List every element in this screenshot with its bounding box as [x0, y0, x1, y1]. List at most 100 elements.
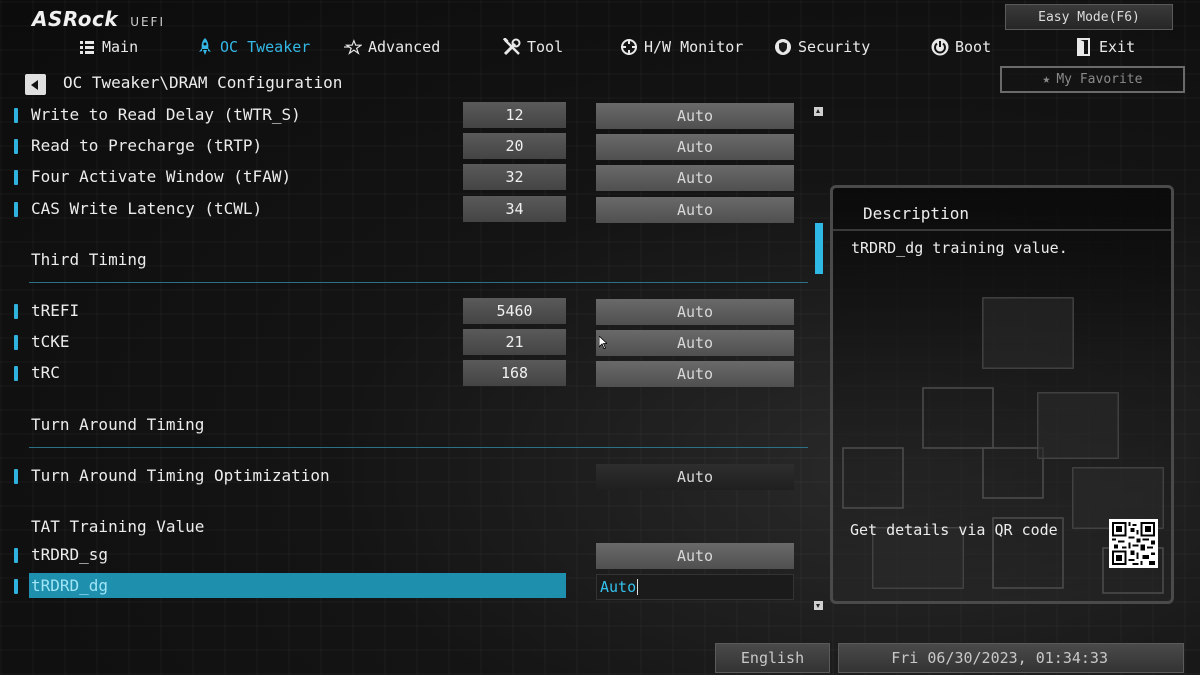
setting-row-tfaw[interactable]: Four Activate Window (tFAW) 32 Auto	[0, 164, 820, 191]
setting-row-trdrd-sg[interactable]: tRDRD_sg Auto	[0, 542, 820, 569]
setting-label: Read to Precharge (tRTP)	[31, 136, 263, 155]
setting-label: Four Activate Window (tFAW)	[31, 167, 292, 186]
description-panel: Description tRDRD_dg training value. Get…	[830, 185, 1174, 604]
setting-option-dropdown[interactable]: Auto	[596, 299, 794, 325]
setting-label: Turn Around Timing Optimization	[31, 466, 330, 485]
row-marker	[14, 366, 18, 381]
setting-row-tcwl[interactable]: CAS Write Latency (tCWL) 34 Auto	[0, 196, 820, 223]
tab-label: Exit	[1099, 38, 1136, 56]
row-marker	[14, 335, 18, 350]
back-button[interactable]	[25, 74, 46, 95]
setting-label: CAS Write Latency (tCWL)	[31, 199, 263, 218]
description-text: tRDRD_dg training value.	[851, 239, 1068, 257]
setting-option-dropdown[interactable]: Auto	[596, 543, 794, 569]
setting-label: tRC	[31, 363, 60, 382]
section-heading-third-timing: Third Timing	[31, 250, 147, 269]
tab-boot[interactable]: Boot	[931, 34, 991, 60]
tab-advanced[interactable]: Advanced	[344, 34, 440, 60]
qr-code	[1109, 519, 1158, 568]
setting-current-value: 34	[463, 196, 566, 222]
section-heading-tat-training-value: TAT Training Value	[31, 517, 205, 536]
setting-current-value: 168	[463, 360, 566, 386]
row-marker	[14, 304, 18, 319]
language-selector[interactable]: English	[715, 643, 830, 673]
brand-name: ASRock	[32, 7, 119, 31]
setting-row-trefi[interactable]: tREFI 5460 Auto	[0, 298, 820, 325]
setting-current-value: 5460	[463, 298, 566, 324]
setting-current-value: 20	[463, 133, 566, 159]
tab-tool[interactable]: Tool	[503, 34, 563, 60]
main-nav: Main OC Tweaker Advanced Tool H/W Monito…	[0, 34, 1200, 60]
setting-row-twtr-s[interactable]: Write to Read Delay (tWTR_S) 12 Auto	[0, 102, 820, 129]
product-name: UEFI	[130, 15, 165, 29]
setting-row-trc[interactable]: tRC 168 Auto	[0, 360, 820, 387]
easy-mode-button[interactable]: Easy Mode(F6)	[1005, 4, 1173, 30]
exit-icon	[1075, 38, 1093, 56]
tab-label: Advanced	[368, 38, 441, 56]
setting-option-dropdown[interactable]: Auto	[596, 197, 794, 223]
setting-label: tRDRD_sg	[31, 545, 109, 564]
input-text: Auto	[600, 578, 637, 596]
my-favorite-button[interactable]: ★ My Favorite	[1000, 66, 1185, 93]
favorite-label: My Favorite	[1056, 72, 1143, 87]
tab-oc-tweaker[interactable]: OC Tweaker	[196, 34, 310, 60]
description-divider	[833, 229, 1171, 231]
row-marker	[14, 108, 18, 123]
row-marker	[14, 139, 18, 154]
crosshair-icon	[620, 38, 638, 56]
tab-label: Tool	[527, 38, 564, 56]
setting-option-dropdown[interactable]: Auto	[596, 361, 794, 387]
tab-main[interactable]: Main	[78, 34, 138, 60]
shield-icon	[774, 38, 792, 56]
setting-current-value: 32	[463, 164, 566, 190]
setting-label: tCKE	[31, 332, 70, 351]
setting-current-value: 12	[463, 102, 566, 128]
tab-security[interactable]: Security	[774, 34, 870, 60]
tab-exit[interactable]: Exit	[1075, 34, 1135, 60]
back-arrow-icon	[31, 79, 38, 90]
rocket-icon	[196, 38, 214, 56]
list-icon	[78, 38, 96, 56]
setting-option-dropdown[interactable]: Auto	[596, 103, 794, 129]
scroll-down-arrow-icon[interactable]	[814, 601, 823, 610]
section-divider	[29, 447, 808, 448]
setting-current-value: 21	[463, 329, 566, 355]
setting-row-trdrd-dg[interactable]: tRDRD_dg Auto	[0, 573, 820, 600]
setting-value-input[interactable]: Auto	[596, 574, 794, 600]
section-divider	[29, 282, 808, 283]
breadcrumb: OC Tweaker\DRAM Configuration	[63, 73, 343, 92]
row-marker	[14, 548, 18, 563]
selection-highlight	[29, 573, 566, 598]
section-heading-turn-around-timing: Turn Around Timing	[31, 415, 205, 434]
tools-icon	[503, 38, 521, 56]
qr-code-label: Get details via QR code	[850, 521, 1058, 539]
scrollbar-thumb[interactable]	[815, 223, 823, 274]
tab-label: Main	[102, 38, 139, 56]
scroll-up-arrow-icon[interactable]	[814, 107, 823, 116]
setting-label: Write to Read Delay (tWTR_S)	[31, 105, 301, 124]
setting-option-dropdown[interactable]: Auto	[596, 330, 794, 356]
tab-label: H/W Monitor	[644, 38, 744, 56]
setting-row-trtp[interactable]: Read to Precharge (tRTP) 20 Auto	[0, 133, 820, 160]
setting-option-dropdown[interactable]: Auto	[596, 165, 794, 191]
mouse-pointer-icon	[599, 336, 607, 349]
row-marker	[14, 202, 18, 217]
tab-hw-monitor[interactable]: H/W Monitor	[620, 34, 743, 60]
datetime-display: Fri 06/30/2023, 01:34:33	[838, 643, 1184, 673]
star-icon: ★	[1042, 72, 1051, 87]
setting-option-dropdown[interactable]: Auto	[596, 134, 794, 160]
text-caret	[637, 579, 639, 595]
row-marker	[14, 579, 18, 594]
star-icon	[344, 38, 362, 56]
description-title: Description	[863, 204, 969, 223]
setting-option-dropdown[interactable]: Auto	[596, 464, 794, 490]
power-icon	[931, 38, 949, 56]
brand-logo: ASRock UEFI	[32, 7, 165, 31]
setting-row-tcke[interactable]: tCKE 21 Auto	[0, 329, 820, 356]
row-marker	[14, 469, 18, 484]
tab-label: Security	[798, 38, 871, 56]
setting-label: tRDRD_dg	[31, 576, 109, 595]
setting-row-tat-optimization[interactable]: Turn Around Timing Optimization Auto	[0, 463, 820, 490]
tab-label: OC Tweaker	[220, 38, 311, 56]
tab-label: Boot	[955, 38, 992, 56]
